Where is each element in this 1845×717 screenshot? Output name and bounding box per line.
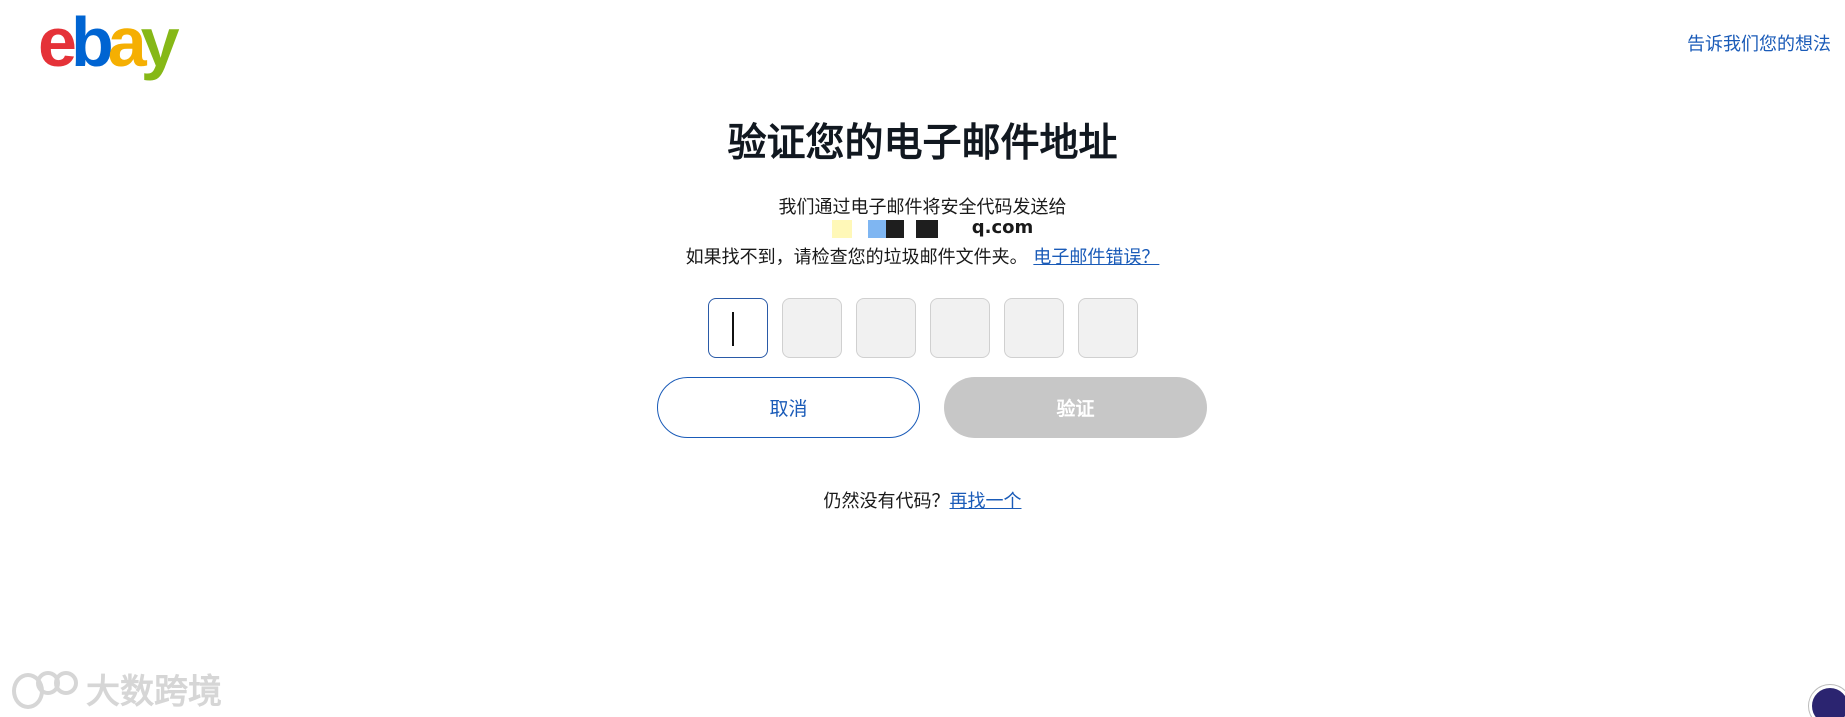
ebay-logo[interactable]: ebay — [38, 2, 180, 82]
watermark: 大数跨境 — [10, 664, 222, 713]
assistant-bot-icon[interactable] — [1809, 685, 1845, 717]
watermark-logo-icon — [10, 669, 80, 709]
resend-code-link[interactable]: 再找一个 — [950, 491, 1022, 512]
logo-letter-b: b — [70, 3, 114, 81]
email-visible-suffix: q.com — [971, 217, 1034, 238]
resend-line: 仍然没有代码？再找一个 — [0, 487, 1845, 513]
code-digit-input-2[interactable] — [781, 298, 842, 358]
page-title: 验证您的电子邮件地址 — [727, 121, 1118, 166]
logo-letter-e: e — [38, 3, 77, 81]
redaction-block — [831, 220, 852, 238]
code-input-row — [0, 298, 1845, 358]
code-digit-input-3[interactable] — [855, 298, 916, 358]
feedback-link[interactable]: 告诉我们您的想法 — [1687, 30, 1831, 56]
code-digit-input-1[interactable] — [707, 298, 768, 358]
email-address: q.com — [812, 217, 1034, 238]
cancel-button[interactable]: 取消 — [657, 377, 920, 438]
redaction-block — [915, 220, 938, 238]
verify-button[interactable]: 验证 — [944, 377, 1207, 438]
wrong-email-link[interactable]: 电子邮件错误？ — [1033, 247, 1159, 268]
masked-email: q.com — [0, 217, 1845, 238]
redaction-block — [867, 220, 886, 238]
text-caret — [732, 312, 734, 346]
page: ebay 告诉我们您的想法 验证您的电子邮件地址 我们通过电子邮件将安全代码发送… — [0, 0, 1845, 717]
redaction-block — [885, 220, 904, 238]
spam-hint-line: 如果找不到，请检查您的垃圾邮件文件夹。 电子邮件错误？ — [0, 243, 1845, 269]
code-digit-input-5[interactable] — [1003, 298, 1064, 358]
spam-hint-text: 如果找不到，请检查您的垃圾邮件文件夹。 — [685, 247, 1028, 268]
sent-to-text: 我们通过电子邮件将安全代码发送给 — [778, 197, 1067, 218]
code-digit-input-6[interactable] — [1077, 298, 1138, 358]
watermark-text: 大数跨境 — [86, 672, 222, 712]
logo-letter-y: y — [140, 3, 180, 81]
logo-letter-a: a — [107, 3, 147, 81]
no-code-text: 仍然没有代码？ — [823, 491, 950, 512]
code-digit-input-4[interactable] — [929, 298, 990, 358]
